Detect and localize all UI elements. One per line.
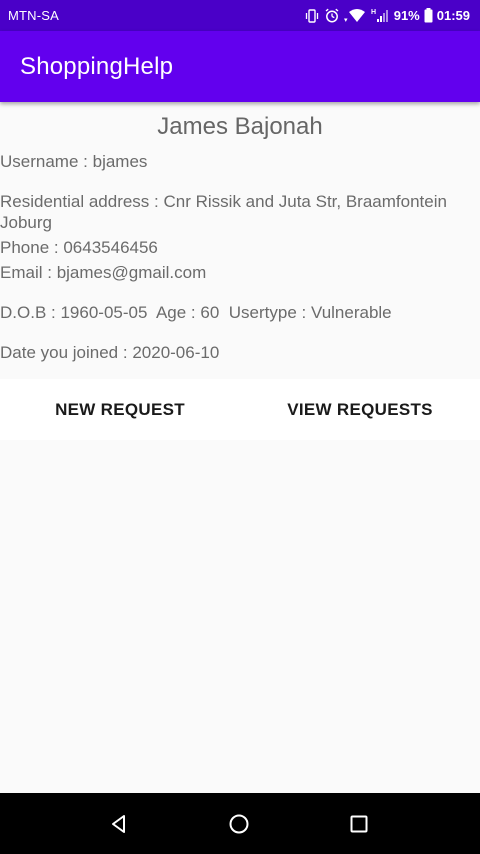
svg-text:▾: ▾: [344, 17, 348, 23]
new-request-button[interactable]: NEW REQUEST: [0, 379, 240, 440]
battery-percent: 91%: [393, 8, 420, 23]
carrier-label: MTN-SA: [8, 8, 60, 23]
back-icon[interactable]: [106, 811, 132, 837]
dob-label: D.O.B :: [0, 303, 56, 322]
profile-name: James Bajonah: [157, 113, 323, 140]
status-icons: ▾ H 91% 01:59: [304, 8, 470, 23]
clock: 01:59: [436, 8, 470, 23]
address-label: Residential address :: [0, 192, 159, 211]
joined-label: Date you joined :: [0, 343, 128, 362]
dob-value: 1960-05-05: [60, 303, 148, 322]
username-label: Username :: [0, 152, 88, 171]
address-row: Residential address : Cnr Rissik and Jut…: [0, 191, 475, 233]
alarm-icon: [324, 8, 340, 23]
network-type-label: H: [371, 9, 376, 16]
dob-age-usertype-row: D.O.B : 1960-05-05 Age : 60 Usertype : V…: [0, 302, 475, 323]
battery-icon: [424, 8, 433, 23]
view-requests-button[interactable]: VIEW REQUESTS: [240, 379, 480, 440]
age-value: 60: [200, 303, 220, 322]
joined-value: 2020-06-10: [132, 343, 220, 362]
system-nav-bar: [0, 793, 480, 854]
app-title: ShoppingHelp: [20, 52, 174, 80]
vibrate-icon: [304, 8, 320, 23]
app-bar: ShoppingHelp: [0, 31, 480, 102]
usertype-value: Vulnerable: [310, 303, 392, 322]
email-row: Email : bjames@gmail.com: [0, 262, 475, 283]
age-label: Age :: [155, 303, 196, 322]
email-value: bjames@gmail.com: [56, 263, 207, 282]
email-label: Email :: [0, 263, 52, 282]
action-button-bar: NEW REQUEST VIEW REQUESTS: [0, 379, 480, 440]
phone-label: Phone :: [0, 238, 59, 257]
phone-row: Phone : 0643546456: [0, 237, 475, 258]
wifi-icon: ▾: [344, 8, 366, 23]
home-icon[interactable]: [226, 811, 252, 837]
username-row: Username : bjames: [0, 151, 475, 172]
phone-value: 0643546456: [63, 238, 158, 257]
signal-icon: H: [370, 8, 390, 23]
joined-row: Date you joined : 2020-06-10: [0, 342, 475, 363]
recents-icon[interactable]: [346, 811, 372, 837]
status-bar: MTN-SA ▾ H 91% 01:59: [0, 0, 480, 31]
username-value: bjames: [92, 152, 148, 171]
usertype-label: Usertype :: [228, 303, 307, 322]
